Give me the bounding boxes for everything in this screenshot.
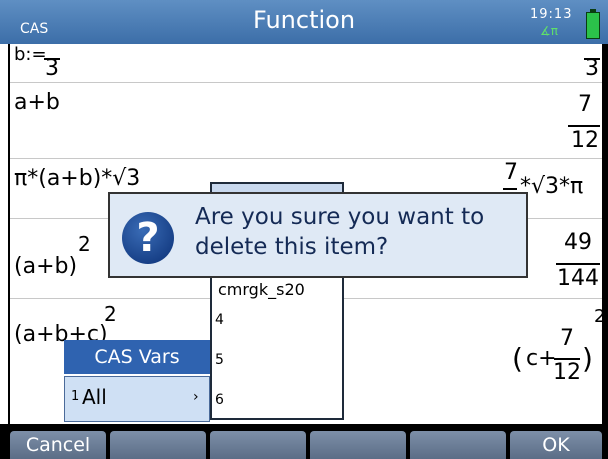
history-expr-exponent: 2 (78, 232, 91, 256)
paren-left: ( (512, 342, 523, 375)
history-result-num[interactable]: 7 (502, 160, 520, 185)
fraction-bar (568, 125, 600, 127)
dialog-message-line1: Are you sure you want to (195, 204, 485, 230)
row-divider (10, 82, 604, 83)
history-expr[interactable]: a+b (14, 90, 60, 115)
history-result-num[interactable]: 7 (568, 92, 602, 117)
confirm-delete-dialog: ? Are you sure you want to delete this i… (108, 192, 528, 278)
menu-item-number: 1 (71, 389, 80, 404)
history-result-tail[interactable]: *√3*π (520, 174, 583, 199)
softkey-4[interactable] (310, 431, 406, 459)
chevron-right-icon: › (193, 389, 199, 405)
angle-mode-indicator: ∡π (540, 24, 558, 38)
menu-item-all[interactable]: 1 All › (64, 376, 210, 422)
question-icon: ? (122, 212, 174, 264)
paren-right: ) (582, 342, 593, 375)
history-expr-den: 3 (45, 56, 59, 81)
history-result-den[interactable]: 3 (584, 56, 600, 81)
battery-icon (586, 9, 600, 39)
cas-vars-menu: CAS Vars 1 All › (64, 340, 210, 424)
history-result-den[interactable]: 12 (552, 360, 582, 385)
history-result-den[interactable]: 144 (554, 266, 602, 291)
fraction-bar (556, 263, 600, 265)
history-result-num[interactable]: 7 (552, 326, 582, 351)
cancel-button[interactable]: Cancel (10, 431, 106, 459)
list-item[interactable]: 4 (215, 312, 224, 328)
list-item[interactable]: 5 (215, 352, 224, 368)
history-result-den[interactable]: 12 (568, 128, 602, 153)
menu-item-label: All (82, 385, 107, 409)
screen-border-right (602, 44, 608, 431)
menu-title: CAS Vars (64, 340, 210, 374)
history-expr[interactable]: (a+b) (14, 254, 77, 279)
history-result-num[interactable]: 49 (554, 230, 602, 255)
softkey-2[interactable] (110, 431, 206, 459)
history-expr[interactable]: π*(a+b)*√3 (14, 166, 140, 191)
list-item-partial[interactable]: cmrgk_s20 (218, 280, 305, 299)
screen-border-left (8, 44, 10, 431)
softkey-5[interactable] (410, 431, 506, 459)
history-expr[interactable]: b:= (14, 44, 47, 65)
dialog-message-line2: delete this item? (195, 234, 389, 260)
row-divider (10, 158, 604, 159)
app-title: Function (252, 6, 356, 34)
softkey-3[interactable] (210, 431, 306, 459)
clock: 19:13 (530, 7, 573, 22)
list-item[interactable]: 6 (215, 392, 224, 408)
title-bar: CAS Function 19:13 ∡π (0, 0, 608, 44)
history-expr-exponent: 2 (104, 302, 117, 326)
ok-button[interactable]: OK (510, 431, 602, 459)
